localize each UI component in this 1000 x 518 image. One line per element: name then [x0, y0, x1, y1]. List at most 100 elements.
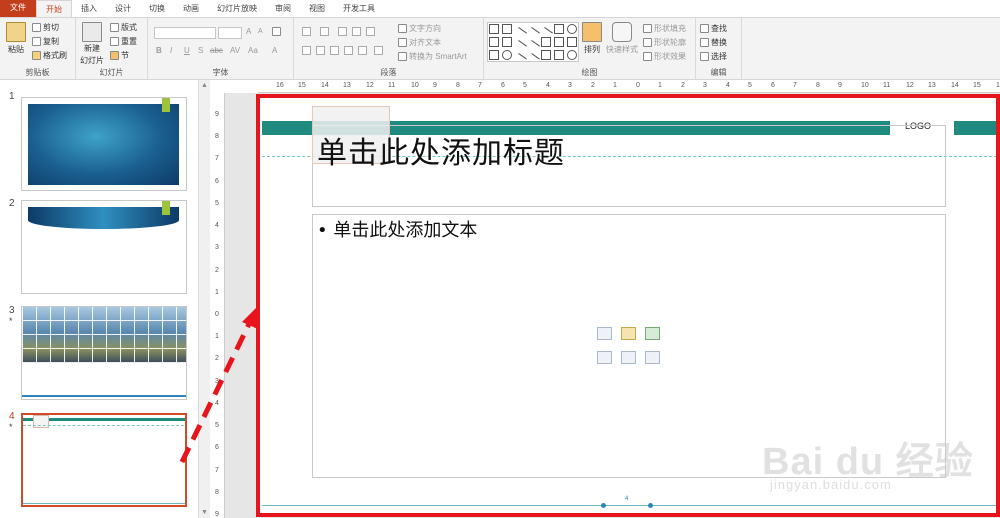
- ribbon-home: 粘贴 剪切 复制 格式刷 剪贴板 新建 幻灯片 版式 重置 节 幻灯片 A A …: [0, 18, 1000, 80]
- tab-developer[interactable]: 开发工具: [334, 0, 384, 17]
- shape-effects-button[interactable]: 形状效果: [643, 51, 686, 62]
- copy-button[interactable]: 复制: [32, 36, 59, 47]
- ruler-tick-label: 13: [928, 82, 936, 89]
- vertical-textbox-shape-icon[interactable]: [502, 24, 512, 34]
- font-name-input[interactable]: [154, 27, 216, 39]
- tab-transitions[interactable]: 切换: [140, 0, 174, 17]
- change-case-button[interactable]: Aa: [248, 46, 258, 55]
- ruler-tick-label: 2: [681, 82, 685, 89]
- horizontal-ruler: 16 15 14 13 12 11 10 9 8 7 6 5 4 3 2 1 0 1 2 3 4 5 6 7 8 9 10 11 12 1…: [258, 80, 1000, 93]
- triangle-shape-icon[interactable]: [502, 37, 512, 47]
- find-button[interactable]: 查找: [700, 23, 727, 34]
- align-left-icon[interactable]: [302, 46, 311, 55]
- ruler-tick-label: 6: [501, 82, 505, 89]
- pentagon-shape-icon[interactable]: [489, 50, 499, 60]
- paste-button[interactable]: 粘贴: [6, 22, 26, 55]
- slide2-tag: [162, 201, 170, 215]
- shapes-gallery[interactable]: [487, 22, 579, 67]
- brace2-shape-icon[interactable]: [554, 50, 564, 60]
- italic-button[interactable]: I: [170, 46, 172, 55]
- shape-outline-button[interactable]: 形状轮廓: [643, 37, 686, 48]
- numbering-icon[interactable]: [320, 27, 329, 36]
- bold-button[interactable]: B: [156, 46, 162, 55]
- tab-insert[interactable]: 插入: [72, 0, 106, 17]
- tab-home[interactable]: 开始: [36, 0, 72, 17]
- arrow-line-shape-icon[interactable]: [526, 27, 540, 41]
- rect2-shape-icon[interactable]: [489, 37, 499, 47]
- increase-indent-icon[interactable]: [352, 27, 361, 36]
- insert-chart-icon[interactable]: [621, 327, 636, 340]
- bullets-icon[interactable]: [302, 27, 311, 36]
- text-direction-button[interactable]: 文字方向: [398, 23, 441, 34]
- down-arrow-shape-icon[interactable]: [554, 37, 564, 47]
- section-button[interactable]: 节: [110, 50, 129, 61]
- char-spacing-button[interactable]: AV: [230, 46, 240, 55]
- grow-font-button[interactable]: A: [246, 27, 251, 36]
- editing-group: 查找 替换 选择 编辑: [696, 18, 742, 80]
- insert-smartart-icon[interactable]: [645, 327, 660, 340]
- reset-button[interactable]: 重置: [110, 36, 137, 47]
- slide-thumbnail-1[interactable]: [21, 97, 187, 191]
- font-size-input[interactable]: [218, 27, 242, 39]
- scroll-up-icon[interactable]: ▲: [201, 82, 208, 89]
- rectangle-shape-icon[interactable]: [554, 24, 564, 34]
- decrease-indent-icon[interactable]: [338, 27, 347, 36]
- shrink-font-button[interactable]: A: [258, 28, 263, 35]
- ruler-tick-label: 2: [215, 267, 219, 274]
- convert-smartart-button[interactable]: 转换为 SmartArt: [398, 51, 467, 62]
- connector-shape-icon[interactable]: [513, 40, 527, 54]
- shadow-button[interactable]: S: [198, 46, 203, 55]
- paste-icon: [6, 22, 26, 42]
- line-shape-icon[interactable]: [513, 27, 527, 41]
- quick-styles-button[interactable]: 快速样式: [606, 22, 638, 55]
- justify-icon[interactable]: [344, 46, 353, 55]
- replace-button[interactable]: 替换: [700, 37, 727, 48]
- tab-view[interactable]: 视图: [300, 0, 334, 17]
- tab-design[interactable]: 设计: [106, 0, 140, 17]
- layout-button[interactable]: 版式: [110, 22, 137, 33]
- insert-table-icon[interactable]: [597, 327, 612, 340]
- slide-thumbnail-4[interactable]: [21, 413, 187, 507]
- insert-picture-icon[interactable]: [597, 351, 612, 364]
- ruler-tick-label: 10: [861, 82, 869, 89]
- columns-icon[interactable]: [374, 46, 383, 55]
- content-placeholder-text[interactable]: • 单击此处添加文本: [317, 216, 477, 242]
- format-painter-button[interactable]: 格式刷: [32, 50, 67, 61]
- arrange-button[interactable]: 排列: [582, 22, 602, 55]
- underline-button[interactable]: U: [184, 46, 190, 55]
- connector2-shape-icon[interactable]: [526, 40, 540, 54]
- tab-review[interactable]: 审阅: [266, 0, 300, 17]
- scroll-down-icon[interactable]: ▼: [201, 509, 208, 516]
- star-shape-icon[interactable]: [567, 37, 577, 47]
- font-color-button[interactable]: A: [272, 46, 277, 55]
- cut-button[interactable]: 剪切: [32, 22, 59, 33]
- slide-thumbnail-3[interactable]: [21, 306, 187, 400]
- tab-animations[interactable]: 动画: [174, 0, 208, 17]
- hexagon-shape-icon[interactable]: [502, 50, 512, 60]
- tab-file[interactable]: 文件: [0, 0, 36, 17]
- strikethrough-button[interactable]: abc: [210, 46, 223, 55]
- title-placeholder-text[interactable]: 单击此处添加标题: [317, 128, 565, 172]
- align-right-icon[interactable]: [330, 46, 339, 55]
- ruler-tick-label: 12: [906, 82, 914, 89]
- clear-format-button[interactable]: [272, 27, 281, 36]
- slide4-footer-line: [23, 503, 185, 504]
- oval-shape-icon[interactable]: [567, 24, 577, 34]
- distribute-icon[interactable]: [358, 46, 367, 55]
- ruler-tick-label: 6: [771, 82, 775, 89]
- slide-thumbnail-pane: 1 2 3 * 4 *: [0, 80, 198, 518]
- new-slide-button[interactable]: 新建 幻灯片: [80, 22, 104, 66]
- align-text-button[interactable]: 对齐文本: [398, 37, 441, 48]
- slide-thumbnail-2[interactable]: [21, 200, 187, 294]
- insert-online-picture-icon[interactable]: [621, 351, 636, 364]
- select-button[interactable]: 选择: [700, 51, 727, 62]
- textbox-shape-icon[interactable]: [489, 24, 499, 34]
- insert-video-icon[interactable]: [645, 351, 660, 364]
- line-spacing-icon[interactable]: [366, 27, 375, 36]
- align-center-icon[interactable]: [316, 46, 325, 55]
- ruler-tick-label: 5: [523, 82, 527, 89]
- tab-slideshow[interactable]: 幻灯片放映: [208, 0, 266, 17]
- brace-shape-icon[interactable]: [541, 50, 551, 60]
- star5-shape-icon[interactable]: [567, 50, 577, 60]
- shape-fill-button[interactable]: 形状填充: [643, 23, 686, 34]
